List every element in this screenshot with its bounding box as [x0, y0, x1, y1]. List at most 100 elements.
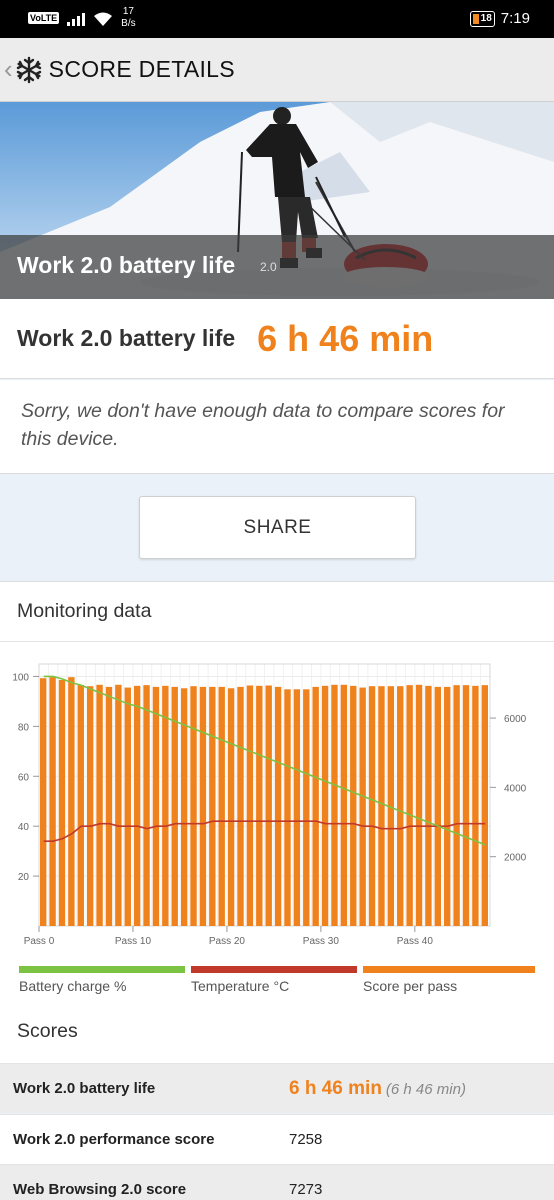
page-title: SCORE DETAILS	[48, 56, 235, 82]
monitoring-title: Monitoring data	[17, 600, 152, 622]
score-bar	[218, 686, 225, 926]
monitoring-chart: 100 80 60 40 20 6000 4000 2000 Pass 0 Pass 10 Pass…	[12, 663, 527, 947]
score-name: Web Browsing 2.0 score	[13, 1181, 187, 1198]
score-bar	[105, 686, 113, 926]
score-bar	[96, 684, 103, 926]
score-bar	[162, 685, 169, 926]
score-value: 6 h 46 min (6 h 46 min)	[289, 1077, 466, 1099]
score-bar	[359, 687, 366, 926]
score-bar	[415, 684, 423, 926]
score-bar	[444, 686, 451, 926]
y-left-tick-label: 80	[18, 722, 30, 733]
score-bar	[209, 686, 216, 926]
score-bar	[199, 686, 207, 926]
score-bar	[453, 685, 460, 926]
score-bar	[406, 685, 413, 926]
score-bar	[434, 686, 442, 926]
clock: 7:19	[500, 10, 530, 27]
wifi-icon	[94, 12, 113, 26]
score-bar	[293, 689, 301, 926]
score-bar	[152, 686, 160, 926]
signal-icon	[67, 12, 86, 26]
legend-temperature: Temperature °C	[191, 966, 357, 994]
result-label: Work 2.0 battery life	[17, 325, 236, 351]
score-bar	[284, 689, 291, 926]
score-bar	[77, 685, 84, 926]
score-value: 7258	[289, 1131, 323, 1148]
legend-swatch-score	[363, 966, 535, 973]
legend-label-temperature: Temperature °C	[191, 978, 290, 994]
network-speed: 17 B/s	[121, 6, 136, 29]
legend-swatch-temperature	[191, 966, 357, 973]
score-bar	[190, 686, 197, 926]
snowflake-icon[interactable]	[15, 56, 43, 84]
score-bar	[124, 687, 131, 926]
result-value: 6 h 46 min	[257, 317, 434, 359]
score-bar	[340, 684, 348, 926]
score-row-battery-life: Work 2.0 battery life 6 h 46 min (6 h 46 …	[0, 1063, 554, 1113]
x-tick-label: Pass 30	[303, 936, 340, 947]
y-left-tick-label: 40	[18, 822, 30, 833]
score-bar	[86, 686, 94, 926]
score-bar	[321, 685, 329, 926]
legend-swatch-battery	[19, 966, 185, 973]
battery-icon: 18	[469, 10, 495, 27]
result-card: Work 2.0 battery life 6 h 46 min	[0, 299, 554, 379]
score-row-performance: Work 2.0 performance score 7258	[0, 1114, 554, 1164]
notice-text: Sorry, we don't have enough data to comp…	[21, 400, 505, 450]
x-tick-label: Pass 40	[397, 936, 434, 947]
y-left-tick-label: 60	[18, 772, 30, 783]
y-left-tick-label: 100	[12, 672, 29, 683]
score-bar	[246, 685, 254, 926]
x-tick-label: Pass 0	[24, 936, 55, 947]
score-name: Work 2.0 battery life	[13, 1080, 156, 1097]
volte-icon: VoLTE	[28, 12, 60, 24]
score-bar	[472, 685, 479, 926]
score-bar	[378, 686, 385, 926]
legend-label-battery: Battery charge %	[19, 978, 127, 994]
chevron-left-icon[interactable]: ‹	[4, 54, 13, 85]
y-right-tick-label: 2000	[504, 853, 527, 864]
hero-version: 2.0	[260, 260, 277, 274]
score-bar	[425, 685, 432, 926]
score-bar	[237, 686, 244, 926]
scores-title: Scores	[17, 1020, 78, 1042]
legend-label-score: Score per pass	[363, 978, 458, 994]
score-bar	[312, 686, 319, 926]
score-bar	[462, 685, 470, 926]
status-bar: VoLTE 17 B/s 18 7:19	[0, 0, 554, 38]
share-button[interactable]: SHARE	[139, 496, 416, 559]
hero-label: Work 2.0 battery life	[17, 252, 236, 278]
score-bar	[256, 685, 263, 926]
x-tick-label: Pass 10	[115, 936, 152, 947]
score-bar	[68, 677, 75, 926]
score-row-web-browsing: Web Browsing 2.0 score 7273	[0, 1164, 554, 1200]
score-bar	[368, 686, 376, 926]
legend-score: Score per pass	[363, 966, 535, 994]
monitoring-section: Monitoring data 100 80 60 40 20 6000 4000 2000 P…	[0, 581, 554, 1063]
score-bar	[133, 685, 141, 926]
app-bar: ‹ SCORE DETAILS	[0, 38, 554, 102]
legend-battery: Battery charge %	[19, 966, 185, 994]
score-bar	[481, 685, 488, 926]
y-left-tick-label: 20	[18, 872, 30, 883]
hero-banner: Work 2.0 battery life 2.0	[0, 102, 554, 299]
score-bar	[303, 689, 310, 926]
score-bar	[227, 688, 235, 926]
score-bar	[49, 677, 56, 926]
score-bar	[265, 685, 272, 926]
score-bar	[397, 686, 404, 926]
score-value: 7273	[289, 1181, 323, 1198]
score-bar	[274, 686, 282, 926]
score-bar	[350, 685, 357, 926]
score-bar	[143, 685, 150, 926]
score-bar	[115, 684, 122, 926]
score-bar	[331, 684, 338, 926]
score-bar	[40, 678, 47, 926]
y-right-tick-label: 4000	[504, 783, 527, 794]
score-name: Work 2.0 performance score	[13, 1131, 215, 1148]
y-right-tick-label: 6000	[504, 714, 527, 725]
score-bar	[58, 679, 66, 926]
x-tick-label: Pass 20	[209, 936, 246, 947]
notice-card: Sorry, we don't have enough data to comp…	[0, 380, 554, 474]
